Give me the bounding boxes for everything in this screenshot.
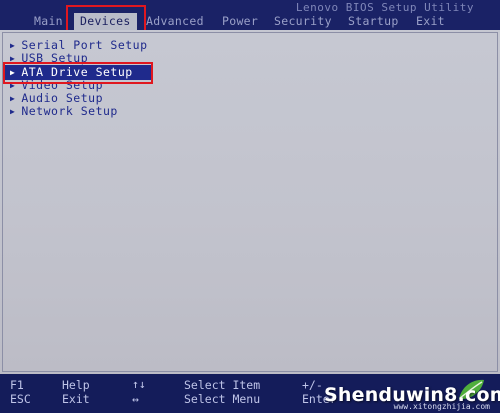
triangle-right-icon: ▶ bbox=[10, 107, 16, 116]
select-item-label: Select Item bbox=[184, 378, 261, 392]
triangle-right-icon: ▶ bbox=[10, 41, 16, 50]
menu-entry-network[interactable]: ▶ Network Setup bbox=[10, 105, 118, 118]
watermark-url: www.xitongzhijia.com bbox=[393, 402, 490, 411]
f1-key: F1 bbox=[10, 378, 24, 392]
menu-advanced[interactable]: Advanced bbox=[146, 13, 204, 30]
site-watermark: Shenduwin8.com www.xitongzhijia.com bbox=[320, 377, 500, 411]
esc-key: ESC bbox=[10, 392, 31, 406]
menu-power[interactable]: Power bbox=[222, 13, 258, 30]
menu-security[interactable]: Security bbox=[274, 13, 332, 30]
menu-startup[interactable]: Startup bbox=[348, 13, 399, 30]
ata-highlight-frame bbox=[3, 62, 153, 84]
select-menu-label: Select Menu bbox=[184, 392, 261, 406]
exit-label: Exit bbox=[62, 392, 90, 406]
triangle-right-icon: ▶ bbox=[10, 94, 16, 103]
menu-main[interactable]: Main bbox=[34, 13, 63, 30]
menu-exit[interactable]: Exit bbox=[416, 13, 445, 30]
up-down-arrows-icon: ↑↓ bbox=[132, 377, 146, 391]
help-label: Help bbox=[62, 378, 90, 392]
left-right-arrows-icon: ↔ bbox=[132, 392, 139, 406]
